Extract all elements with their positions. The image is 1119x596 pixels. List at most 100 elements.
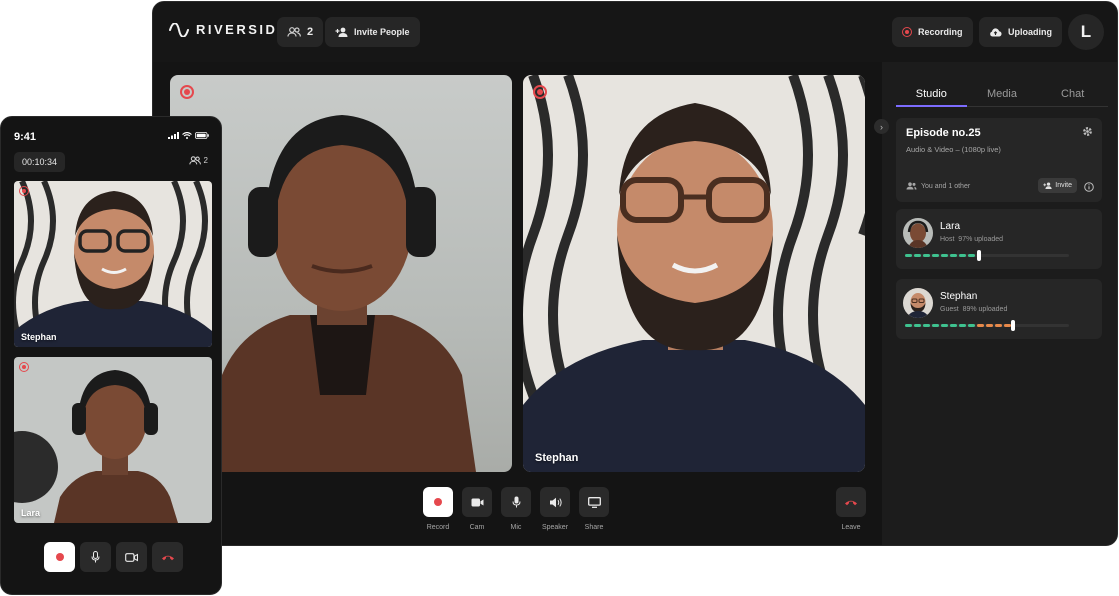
record-icon <box>55 553 64 561</box>
progress-segment <box>950 254 957 257</box>
status-icons <box>168 132 209 139</box>
desktop-window: RIVERSIDE 2 Invite People Recording Uplo… <box>152 1 1118 546</box>
mic-control[interactable]: Mic <box>501 487 531 531</box>
invite-label: Invite <box>1055 182 1072 189</box>
gear-icon[interactable] <box>1082 126 1093 137</box>
progress-segment <box>905 254 912 257</box>
participant-card-lara: Lara Host 97% uploaded <box>896 209 1102 269</box>
uploading-status-button[interactable]: Uploading <box>979 17 1062 47</box>
mic-label: Mic <box>510 524 522 531</box>
info-icon[interactable] <box>1084 182 1094 192</box>
progress-segment <box>914 324 921 327</box>
wifi-icon <box>182 132 192 139</box>
leave-control[interactable]: Leave <box>836 487 866 531</box>
participant-role: Host <box>940 236 955 243</box>
speaker-icon <box>549 497 562 507</box>
phone-record-button[interactable] <box>44 542 75 572</box>
participant-name: Stephan <box>940 291 978 302</box>
cam-label: Cam <box>469 524 485 531</box>
progress-knob <box>1011 320 1016 331</box>
collapse-sidebar-button[interactable]: › <box>874 119 889 134</box>
progress-segment <box>959 254 966 257</box>
hang-up-icon <box>161 555 174 560</box>
progress-knob <box>976 250 981 261</box>
episode-card: Episode no.25 Audio & Video – (1080p liv… <box>896 118 1102 202</box>
people-icon <box>188 156 201 165</box>
signal-icon <box>168 132 179 139</box>
speaker-control[interactable]: Speaker <box>540 487 570 531</box>
progress-segment <box>977 324 984 327</box>
phone-call-controls <box>44 542 183 572</box>
recording-indicator-icon <box>19 186 29 196</box>
video-tile-stephan[interactable]: Stephan <box>523 75 865 472</box>
speaker-button[interactable] <box>540 487 570 517</box>
progress-segment <box>950 324 957 327</box>
screen-share-icon <box>587 496 601 508</box>
riverside-wave-icon <box>169 22 189 37</box>
tile-name-label: Lara <box>21 508 41 518</box>
add-person-icon <box>335 27 348 37</box>
phone-cam-button[interactable] <box>116 542 147 572</box>
studio-sidebar: Studio Media Chat › Episode no.25 Audio … <box>874 62 1117 545</box>
progress-segment <box>923 324 930 327</box>
upload-percent: 89% uploaded <box>962 306 1008 313</box>
record-label: Record <box>426 524 450 531</box>
stephan-video-image <box>523 75 865 472</box>
phone-video-tile-stephan[interactable]: Stephan <box>14 181 212 347</box>
user-avatar[interactable]: L <box>1068 14 1104 50</box>
recording-indicator-icon <box>533 85 547 99</box>
record-button[interactable] <box>423 487 453 517</box>
stephan-video-image <box>14 181 212 347</box>
tab-studio[interactable]: Studio <box>896 88 967 107</box>
phone-frame: 9:41 00:10:34 2 Stephan Lara <box>0 116 222 595</box>
battery-icon <box>195 132 209 139</box>
episode-participants: You and 1 other <box>906 182 970 190</box>
phone-video-tile-lara[interactable]: Lara <box>14 357 212 523</box>
record-control[interactable]: Record <box>423 487 453 531</box>
participant-status: Host 97% uploaded <box>940 236 1003 243</box>
cam-button[interactable] <box>462 487 492 517</box>
invite-button[interactable]: Invite <box>1038 178 1077 193</box>
leave-label: Leave <box>841 524 861 531</box>
uploading-label: Uploading <box>1008 27 1052 37</box>
leave-button[interactable] <box>836 487 866 517</box>
avatar <box>903 218 933 248</box>
lara-avatar-image <box>903 218 933 248</box>
tab-media[interactable]: Media <box>966 88 1038 107</box>
cam-control[interactable]: Cam <box>462 487 492 531</box>
camera-icon <box>125 552 138 562</box>
record-icon <box>434 498 442 506</box>
invite-people-button[interactable]: Invite People <box>325 17 420 47</box>
microphone-icon <box>512 496 520 508</box>
top-bar: RIVERSIDE 2 Invite People Recording Uplo… <box>153 2 1117 62</box>
recording-indicator-icon <box>19 362 29 372</box>
upload-progress-bar <box>905 320 1069 331</box>
invite-people-label: Invite People <box>354 27 410 37</box>
progress-segment <box>932 324 939 327</box>
call-timer: 00:10:34 <box>14 152 66 172</box>
share-control[interactable]: Share <box>579 487 609 531</box>
progress-segment <box>959 324 966 327</box>
mic-button[interactable] <box>501 487 531 517</box>
recording-status-button[interactable]: Recording <box>892 17 973 47</box>
progress-segment <box>905 324 912 327</box>
upload-percent: 97% uploaded <box>958 236 1004 243</box>
phone-mic-button[interactable] <box>80 542 111 572</box>
recording-label: Recording <box>918 27 963 37</box>
tab-chat[interactable]: Chat <box>1037 88 1109 107</box>
stage: RIVERSIDE 2 Invite People Recording Uplo… <box>0 0 1119 596</box>
share-button[interactable] <box>579 487 609 517</box>
phone-participants[interactable]: 2 <box>188 156 208 165</box>
episode-title: Episode no.25 <box>906 127 981 139</box>
brand-name: RIVERSIDE <box>196 22 289 37</box>
add-person-icon <box>1043 182 1052 189</box>
tile-name-label: Stephan <box>535 452 579 464</box>
participant-card-stephan: Stephan Guest 89% uploaded <box>896 279 1102 339</box>
episode-subtitle: Audio & Video – (1080p live) <box>906 145 1001 154</box>
phone-leave-button[interactable] <box>152 542 183 572</box>
participants-button[interactable]: 2 <box>277 17 324 47</box>
progress-segment <box>1004 324 1011 327</box>
recording-indicator-icon <box>902 27 912 37</box>
people-icon <box>287 27 301 37</box>
people-icon <box>906 182 917 190</box>
